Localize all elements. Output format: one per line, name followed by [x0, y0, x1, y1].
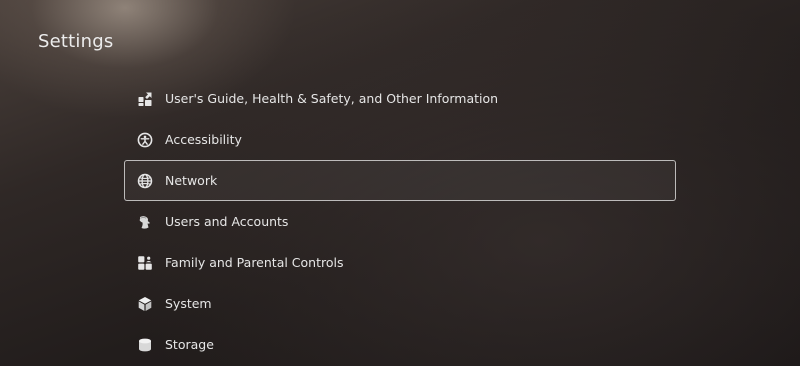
family-icon — [137, 255, 153, 271]
menu-item-label: System — [165, 296, 212, 311]
menu-item-network[interactable]: Network — [124, 160, 676, 201]
menu-item-users-accounts[interactable]: Users and Accounts — [124, 201, 676, 242]
database-icon — [137, 337, 153, 353]
menu-item-accessibility[interactable]: Accessibility — [124, 119, 676, 160]
menu-item-users-guide[interactable]: User's Guide, Health & Safety, and Other… — [124, 78, 676, 119]
menu-item-label: Accessibility — [165, 132, 242, 147]
menu-item-label: Users and Accounts — [165, 214, 289, 229]
settings-menu: User's Guide, Health & Safety, and Other… — [124, 78, 676, 365]
menu-item-label: User's Guide, Health & Safety, and Other… — [165, 91, 499, 106]
menu-item-family-parental[interactable]: Family and Parental Controls — [124, 242, 676, 283]
cube-icon — [137, 296, 153, 312]
menu-item-storage[interactable]: Storage — [124, 324, 676, 365]
menu-item-label: Storage — [165, 337, 214, 352]
menu-item-label: Network — [165, 173, 218, 188]
info-guide-icon — [137, 91, 153, 107]
page-title: Settings — [38, 31, 114, 52]
globe-icon — [137, 173, 153, 189]
menu-item-system[interactable]: System — [124, 283, 676, 324]
user-icon — [137, 214, 153, 230]
accessibility-icon — [137, 132, 153, 148]
menu-item-label: Family and Parental Controls — [165, 255, 344, 270]
